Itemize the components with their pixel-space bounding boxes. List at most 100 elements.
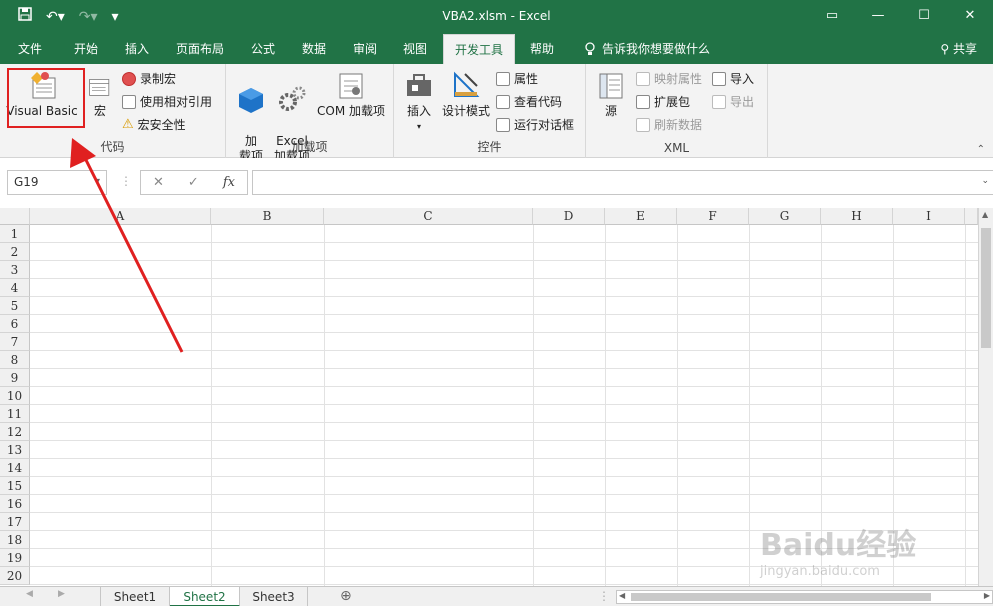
scroll-sheets-right-icon[interactable]: ▶ xyxy=(58,589,65,599)
group-controls: 插入 ▾ 设计模式 属性 查看代码 运行对话框 控件 xyxy=(394,64,586,158)
map-properties-icon xyxy=(636,72,650,86)
tell-me-text: 告诉我你想要做什么 xyxy=(602,42,711,56)
row-header[interactable]: 5 xyxy=(0,297,30,315)
properties-button[interactable]: 属性 xyxy=(496,69,538,89)
properties-label: 属性 xyxy=(514,72,539,86)
row-header[interactable]: 6 xyxy=(0,315,30,333)
tab-view[interactable]: 视图 xyxy=(392,34,438,64)
sheet-tab-sheet3[interactable]: Sheet3 xyxy=(240,587,308,606)
scroll-left-icon[interactable]: ◀ xyxy=(619,591,625,600)
ribbon-display-options-button[interactable]: ▭ xyxy=(809,0,855,34)
row-header[interactable]: 14 xyxy=(0,459,30,477)
row-header[interactable]: 12 xyxy=(0,423,30,441)
tab-file[interactable]: 文件 xyxy=(8,34,52,64)
column-header-c[interactable]: C xyxy=(324,208,533,225)
horizontal-scroll-thumb[interactable] xyxy=(631,593,931,601)
map-properties-button[interactable]: 映射属性 xyxy=(636,69,702,89)
macros-button[interactable]: 宏 xyxy=(86,70,114,119)
column-header-f[interactable]: F xyxy=(677,208,749,225)
run-dialog-button[interactable]: 运行对话框 xyxy=(496,115,574,135)
macro-security-button[interactable]: ⚠ 宏安全性 xyxy=(122,115,186,135)
view-code-button[interactable]: 查看代码 xyxy=(496,92,562,112)
gridline xyxy=(324,225,325,586)
gridline xyxy=(211,225,212,586)
row-header[interactable]: 19 xyxy=(0,549,30,567)
row-header[interactable]: 16 xyxy=(0,495,30,513)
record-macro-button[interactable]: 录制宏 xyxy=(122,69,176,89)
save-icon[interactable] xyxy=(18,7,32,27)
row-header[interactable]: 8 xyxy=(0,351,30,369)
minimize-button[interactable]: — xyxy=(855,0,901,34)
name-box[interactable]: G19 xyxy=(7,170,107,195)
tab-formulas[interactable]: 公式 xyxy=(240,34,286,64)
scroll-right-icon[interactable]: ▶ xyxy=(984,591,990,600)
collapse-ribbon-icon[interactable]: ⌃ xyxy=(977,144,985,155)
row-header[interactable]: 18 xyxy=(0,531,30,549)
sheet-tab-sheet1[interactable]: Sheet1 xyxy=(100,587,170,606)
column-header-i[interactable]: I xyxy=(893,208,965,225)
insert-controls-button[interactable]: 插入 ▾ xyxy=(402,70,436,134)
formula-input[interactable] xyxy=(252,170,993,195)
xml-source-button[interactable]: 源 xyxy=(594,70,628,119)
tab-help[interactable]: 帮助 xyxy=(519,34,565,64)
row-header[interactable]: 15 xyxy=(0,477,30,495)
expand-formula-bar-icon[interactable]: ⌄ xyxy=(981,176,989,186)
person-icon: ⚲ xyxy=(940,42,950,56)
tab-home[interactable]: 开始 xyxy=(62,34,110,64)
row-header[interactable]: 10 xyxy=(0,387,30,405)
undo-icon[interactable]: ↶▾ xyxy=(46,7,65,27)
horizontal-scrollbar[interactable]: ◀ ▶ xyxy=(616,590,993,604)
customize-qat-button[interactable]: ▾ xyxy=(112,7,119,27)
insert-function-icon[interactable]: fx xyxy=(223,175,235,190)
row-header[interactable]: 4 xyxy=(0,279,30,297)
share-button[interactable]: ⚲ 共享 xyxy=(940,34,977,64)
tab-page-layout[interactable]: 页面布局 xyxy=(166,34,234,64)
row-header[interactable]: 20 xyxy=(0,567,30,585)
add-sheet-icon[interactable]: ⊕ xyxy=(340,588,352,604)
column-header-a[interactable]: A xyxy=(30,208,211,225)
expansion-packs-button[interactable]: 扩展包 xyxy=(636,92,690,112)
sheet-tab-sheet2[interactable]: Sheet2 xyxy=(170,587,240,606)
column-header-partial[interactable] xyxy=(965,208,978,225)
formula-buttons: ✕ ✓ fx xyxy=(140,170,248,195)
enter-icon[interactable]: ✓ xyxy=(188,175,199,190)
redo-icon[interactable]: ↷▾ xyxy=(79,7,98,27)
column-header-g[interactable]: G xyxy=(749,208,821,225)
group-xml-label: XML xyxy=(663,141,690,155)
row-header[interactable]: 9 xyxy=(0,369,30,387)
watermark-url: jingyan.baidu.com xyxy=(760,564,880,579)
design-mode-button[interactable]: 设计模式 xyxy=(440,70,492,119)
xml-import-button[interactable]: 导入 xyxy=(712,69,754,89)
xml-export-button[interactable]: 导出 xyxy=(712,92,754,112)
row-header[interactable]: 3 xyxy=(0,261,30,279)
vertical-scroll-thumb[interactable] xyxy=(981,228,991,348)
run-dialog-icon xyxy=(496,118,510,132)
row-header[interactable]: 13 xyxy=(0,441,30,459)
gridline xyxy=(30,260,978,261)
scroll-sheets-left-icon[interactable]: ◀ xyxy=(26,589,33,599)
row-header[interactable]: 7 xyxy=(0,333,30,351)
tell-me-box[interactable]: 告诉我你想要做什么 xyxy=(584,34,710,64)
column-header-h[interactable]: H xyxy=(821,208,893,225)
row-header[interactable]: 17 xyxy=(0,513,30,531)
relative-references-button[interactable]: 使用相对引用 xyxy=(122,92,212,112)
column-header-e[interactable]: E xyxy=(605,208,677,225)
row-header[interactable]: 2 xyxy=(0,243,30,261)
refresh-data-button[interactable]: 刷新数据 xyxy=(636,115,702,135)
tab-developer[interactable]: 开发工具 xyxy=(443,34,515,64)
cancel-icon[interactable]: ✕ xyxy=(153,175,164,190)
com-addins-button[interactable]: COM 加载项 xyxy=(314,70,388,119)
restore-button[interactable]: ☐ xyxy=(901,0,947,34)
row-header[interactable]: 11 xyxy=(0,405,30,423)
row-header[interactable]: 1 xyxy=(0,225,30,243)
column-header-b[interactable]: B xyxy=(211,208,324,225)
select-all-corner[interactable] xyxy=(0,208,30,225)
column-header-d[interactable]: D xyxy=(533,208,605,225)
scroll-up-icon[interactable]: ▲ xyxy=(982,210,988,219)
tab-data[interactable]: 数据 xyxy=(291,34,337,64)
close-button[interactable]: ✕ xyxy=(947,0,993,34)
name-box-dropdown-icon[interactable]: ▾ xyxy=(96,176,100,185)
tab-review[interactable]: 审阅 xyxy=(342,34,388,64)
tab-split-grip-icon[interactable]: ⋮ xyxy=(598,589,610,603)
tab-insert[interactable]: 插入 xyxy=(114,34,160,64)
